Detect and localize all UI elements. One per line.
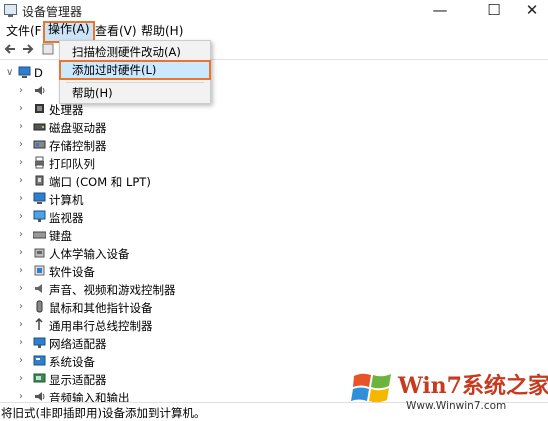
back-arrow-icon[interactable] bbox=[2, 42, 18, 58]
speaker-icon bbox=[33, 282, 46, 295]
menu-item-help[interactable]: 帮助(H) bbox=[60, 84, 210, 102]
storage-controller-icon bbox=[33, 138, 46, 151]
tree-category[interactable]: › 打印队列 bbox=[0, 154, 400, 172]
tree-category-label: 系统设备 bbox=[49, 355, 95, 369]
chevron-right-icon[interactable]: › bbox=[19, 85, 23, 97]
chevron-right-icon[interactable]: › bbox=[19, 211, 23, 223]
chevron-right-icon[interactable]: › bbox=[19, 193, 23, 205]
tree-category[interactable]: › 磁盘驱动器 bbox=[0, 118, 400, 136]
menu-item-label: 帮助(H) bbox=[72, 86, 113, 100]
chevron-right-icon[interactable]: › bbox=[19, 247, 23, 259]
chevron-right-icon[interactable]: › bbox=[19, 139, 23, 151]
status-text: 将旧式(非即插即用)设备添加到计算机。 bbox=[1, 406, 206, 420]
menu-help[interactable]: 帮助(H) bbox=[138, 23, 186, 40]
watermark-url: Www.Winwin7.com bbox=[406, 400, 507, 412]
tree-category-label: 监视器 bbox=[49, 211, 84, 225]
tree-category[interactable]: › 软件设备 bbox=[0, 262, 400, 280]
system-device-icon bbox=[33, 354, 46, 367]
tree-category-label: 计算机 bbox=[49, 193, 84, 207]
properties-icon[interactable] bbox=[40, 42, 56, 58]
tree-category-label: 人体学输入设备 bbox=[49, 247, 130, 261]
tree-category-label: 磁盘驱动器 bbox=[49, 121, 107, 135]
menu-item-add-legacy-hardware[interactable]: 添加过时硬件(L) bbox=[59, 60, 211, 80]
title-bar: 设备管理器 — ☐ ✕ bbox=[0, 0, 548, 22]
computer-icon bbox=[33, 192, 46, 205]
tree-category[interactable]: › 端口 (COM 和 LPT) bbox=[0, 172, 400, 190]
port-icon bbox=[33, 174, 46, 187]
monitor-icon bbox=[33, 210, 46, 223]
software-device-icon bbox=[33, 264, 46, 277]
menu-item-scan-hardware[interactable]: 扫描检测硬件改动(A) bbox=[60, 43, 210, 61]
tree-category[interactable]: › 存储控制器 bbox=[0, 136, 400, 154]
windows-logo-icon bbox=[350, 366, 396, 410]
printer-icon bbox=[33, 156, 46, 169]
network-icon bbox=[33, 336, 46, 349]
computer-icon bbox=[18, 66, 31, 79]
chevron-right-icon[interactable]: › bbox=[19, 175, 23, 187]
chevron-right-icon[interactable]: › bbox=[19, 229, 23, 241]
tree-category-label: 鼠标和其他指针设备 bbox=[49, 301, 153, 315]
chevron-right-icon[interactable]: › bbox=[19, 157, 23, 169]
tree-category-label: 端口 (COM 和 LPT) bbox=[49, 175, 151, 189]
close-button[interactable]: ✕ bbox=[512, 0, 548, 22]
watermark-text: Win7系统之家 bbox=[398, 373, 548, 399]
device-tree: ∨ D › › 处理器 › 磁盘驱动器 › 存储控制器 › 打印队列 › 端口 (COM 和 LPT… bbox=[0, 63, 548, 405]
usb-icon bbox=[33, 317, 46, 331]
menu-item-label: 扫描检测硬件改动(A) bbox=[72, 45, 181, 59]
menu-item-label: 添加过时硬件(L) bbox=[72, 63, 157, 77]
maximize-button[interactable]: ☐ bbox=[474, 0, 514, 22]
chevron-right-icon[interactable]: › bbox=[19, 103, 23, 115]
tree-category[interactable]: › 显示适配器 bbox=[0, 370, 400, 388]
chevron-right-icon[interactable]: › bbox=[19, 265, 23, 277]
menu-separator bbox=[66, 82, 204, 83]
chevron-right-icon[interactable]: › bbox=[19, 337, 23, 349]
menu-view[interactable]: 查看(V) bbox=[92, 23, 140, 40]
device-manager-icon bbox=[4, 4, 17, 17]
tree-category-label: 存储控制器 bbox=[49, 139, 107, 153]
tree-category-label: 声音、视频和游戏控制器 bbox=[49, 283, 176, 297]
tree-category-label: 处理器 bbox=[49, 103, 84, 117]
tree-category-label: 键盘 bbox=[49, 229, 72, 243]
window-title: 设备管理器 bbox=[22, 5, 83, 19]
minimize-button[interactable]: — bbox=[420, 0, 460, 22]
tree-category[interactable]: › 声音、视频和游戏控制器 bbox=[0, 280, 400, 298]
tree-category-label: 显示适配器 bbox=[49, 373, 107, 387]
mouse-icon bbox=[33, 300, 46, 313]
chevron-right-icon[interactable]: › bbox=[19, 319, 23, 331]
hid-icon bbox=[33, 246, 46, 259]
disk-icon bbox=[33, 120, 46, 133]
tree-category[interactable]: › 鼠标和其他指针设备 bbox=[0, 298, 400, 316]
chevron-right-icon[interactable]: › bbox=[19, 301, 23, 313]
forward-arrow-icon[interactable] bbox=[20, 42, 36, 58]
watermark: Win7系统之家 Www.Winwin7.com bbox=[350, 362, 548, 418]
tree-category-label: 打印队列 bbox=[49, 157, 95, 171]
chevron-right-icon[interactable]: › bbox=[19, 121, 23, 133]
tree-category-label: 网络适配器 bbox=[49, 337, 107, 351]
cpu-icon bbox=[33, 102, 46, 115]
chevron-right-icon[interactable]: › bbox=[19, 283, 23, 295]
tree-category[interactable]: › 键盘 bbox=[0, 226, 400, 244]
tree-category[interactable]: › 系统设备 bbox=[0, 352, 400, 370]
tree-category[interactable]: › 网络适配器 bbox=[0, 334, 400, 352]
audio-io-icon bbox=[33, 84, 46, 97]
tree-category-label: 通用串行总线控制器 bbox=[49, 319, 153, 333]
keyboard-icon bbox=[32, 228, 47, 241]
chevron-right-icon[interactable]: › bbox=[19, 373, 23, 385]
tree-category[interactable]: › 监视器 bbox=[0, 208, 400, 226]
root-label: D bbox=[34, 66, 43, 80]
chevron-down-icon[interactable]: ∨ bbox=[6, 67, 13, 79]
tree-category-label: 软件设备 bbox=[49, 265, 95, 279]
tree-category[interactable]: › 人体学输入设备 bbox=[0, 244, 400, 262]
tree-category[interactable]: › 计算机 bbox=[0, 190, 400, 208]
action-menu-dropdown: 扫描检测硬件改动(A) 添加过时硬件(L) 帮助(H) bbox=[59, 40, 211, 104]
chevron-right-icon[interactable]: › bbox=[19, 355, 23, 367]
display-adapter-icon bbox=[33, 372, 46, 385]
tree-category[interactable]: › 通用串行总线控制器 bbox=[0, 316, 400, 334]
menu-bar: 文件(F) 操作(A) 查看(V) 帮助(H) bbox=[0, 21, 548, 43]
